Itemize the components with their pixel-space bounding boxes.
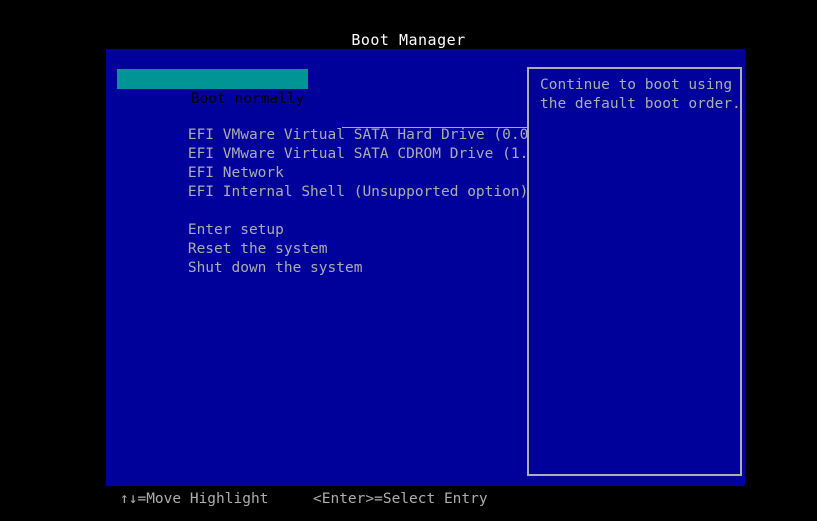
menu-item-enter-setup[interactable]: Enter setup [118,202,284,238]
menu-item-boot-normally[interactable]: Boot normally [117,69,309,107]
menu-item-reset-the-system[interactable]: Reset the system [118,221,328,257]
status-select-entry: <Enter>=Select Entry [313,491,488,507]
menu-item-label: Boot normally [190,91,305,107]
status-bar: ↑↓=Move Highlight <Enter>=Select Entry [0,489,817,509]
help-text-line-1: Continue to boot using [540,77,733,93]
boot-manager-panel: Boot normally EFI VMware Virtual SATA Ha… [106,49,745,486]
menu-item-label: EFI Internal Shell (Unsupported option) [187,184,529,200]
help-panel: Continue to boot using the default boot … [527,67,742,476]
status-move-highlight: ↑↓=Move Highlight [120,491,269,507]
menu-item-shut-down-the-system[interactable]: Shut down the system [118,240,363,276]
help-text-line-2: the default boot order. [540,96,741,112]
menu-item-efi-sata-cdrom-drive[interactable]: EFI VMware Virtual SATA CDROM Drive (1.0… [118,126,546,162]
boot-manager-screen: Boot Manager Boot normally EFI VMware Vi… [0,0,817,521]
page-title: Boot Manager [351,31,466,49]
menu-item-efi-internal-shell[interactable]: EFI Internal Shell (Unsupported option) [118,164,528,200]
help-text: Continue to boot using the default boot … [540,76,741,114]
menu-item-efi-network[interactable]: EFI Network [118,145,284,181]
menu-item-label: Shut down the system [187,260,363,276]
boot-menu: Boot normally EFI VMware Virtual SATA Ha… [106,49,632,486]
menu-item-efi-sata-hard-drive[interactable]: EFI VMware Virtual SATA Hard Drive (0.0) [118,107,537,143]
